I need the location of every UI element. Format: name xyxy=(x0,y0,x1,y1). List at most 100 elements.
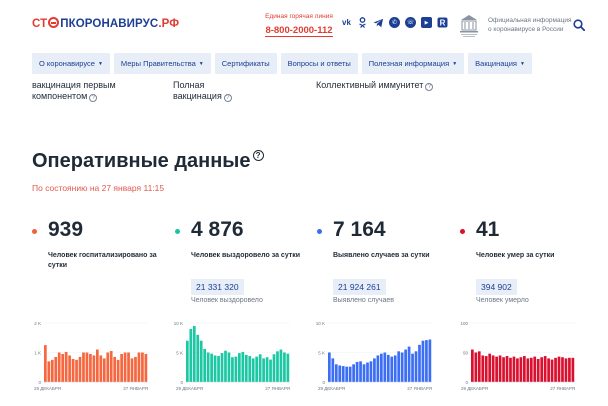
chart-bar xyxy=(224,350,227,382)
nav-label: Меры Правительства xyxy=(120,59,196,68)
status-dot xyxy=(317,229,322,234)
nav-about-coronavirus[interactable]: О коронавирусе ▼ xyxy=(32,53,110,74)
whatsapp-icon[interactable]: ☏ xyxy=(405,17,416,28)
chart-bar xyxy=(96,349,99,382)
chart-bar xyxy=(338,365,342,382)
chart-bar xyxy=(244,354,248,382)
stat-value: 939 xyxy=(48,218,84,241)
card-label-line: Полная xyxy=(173,80,205,90)
svg-text:R: R xyxy=(440,19,446,28)
search-icon[interactable] xyxy=(573,18,586,32)
collective-immunity-card: Коллективный иммунитет? xyxy=(316,80,434,91)
vaccination-first-component-card: вакцинация первым компонентом? xyxy=(32,80,116,102)
card-label-line: Коллективный иммунитет xyxy=(316,80,424,90)
chart-bar xyxy=(526,358,530,382)
x-tick-label-end: 27 ЯНВАРЯ xyxy=(550,386,575,391)
chart-bar xyxy=(189,328,193,382)
chart-bar xyxy=(571,357,575,382)
y-tick-label: 0 xyxy=(38,380,41,385)
nav-useful-info[interactable]: Полезная информация ▼ xyxy=(361,53,465,74)
chart-cases: 10 K 5 K 0 29 ДЕКАБРЯ 27 ЯНВАРЯ xyxy=(312,316,434,406)
help-icon[interactable]: ? xyxy=(252,150,264,161)
card-label-line: вакцинация первым xyxy=(32,80,116,90)
r-icon[interactable]: R xyxy=(437,17,448,28)
youtube-icon[interactable]: ▶ xyxy=(421,17,432,28)
chart-bar xyxy=(272,354,276,382)
telegram-icon[interactable] xyxy=(373,17,384,28)
chart-bar xyxy=(213,355,217,382)
chart-bar xyxy=(547,358,550,382)
nav-faq[interactable]: Вопросы и ответы xyxy=(280,53,358,74)
stat-value: 41 xyxy=(476,218,500,241)
nav-government-measures[interactable]: Меры Правительства ▼ xyxy=(113,53,211,74)
nav-label: Вакцинация xyxy=(475,59,517,68)
chart-bar xyxy=(390,356,394,382)
chart-deaths: 100 50 0 29 ДЕКАБРЯ 27 ЯНВАРЯ xyxy=(455,316,577,406)
stat-description: Человек госпитализировано за сутки xyxy=(48,252,157,269)
x-tick-label-start: 29 ДЕКАБРЯ xyxy=(318,386,345,391)
main-nav: О коронавирусе ▼ Меры Правительства ▼ Серт… xyxy=(32,53,532,75)
chart-bar xyxy=(411,353,414,382)
chart-bar xyxy=(484,356,488,382)
chart-bar xyxy=(130,358,134,382)
ok-icon[interactable] xyxy=(357,17,368,28)
help-icon[interactable]: ? xyxy=(223,94,232,102)
chart-bar xyxy=(50,359,54,382)
chart-bar xyxy=(102,358,106,382)
chart-bar xyxy=(44,345,47,382)
chart-bar xyxy=(345,366,349,382)
x-tick-label-end: 27 ЯНВАРЯ xyxy=(265,386,290,391)
chart-bar xyxy=(380,353,383,382)
nav-vaccination[interactable]: Вакцинация ▼ xyxy=(468,53,532,74)
chart-bar xyxy=(348,366,352,382)
stat-description: Выявлено случаев за сутки xyxy=(333,252,430,259)
chart-bar xyxy=(334,364,338,382)
chart-bar xyxy=(418,344,421,382)
chart-bar xyxy=(75,359,78,382)
bar-chart-svg: 10 K 5 K 029 ДЕКАБРЯ 27 ЯНВАРЯ xyxy=(174,321,290,391)
chart-bar xyxy=(428,339,432,382)
chart-bar xyxy=(231,357,234,382)
chart-bar xyxy=(421,340,425,382)
x-tick-label-start: 29 ДЕКАБРЯ xyxy=(34,386,61,391)
chart-bar xyxy=(137,352,141,382)
chart-bar xyxy=(550,359,554,382)
chart-bar xyxy=(568,357,571,382)
chart-bar xyxy=(529,357,533,382)
chart-bar xyxy=(248,356,252,382)
chart-bar xyxy=(61,353,65,382)
chart-bar xyxy=(199,340,203,382)
caret-down-icon: ▼ xyxy=(452,60,458,67)
chart-bar xyxy=(54,356,58,382)
chart-bar xyxy=(366,362,369,382)
chart-bar xyxy=(407,346,411,382)
chart-bar xyxy=(47,361,51,382)
caret-down-icon: ▼ xyxy=(519,60,525,67)
chart-bar xyxy=(481,355,485,382)
site-logo[interactable]: СТ ПКОРОНАВИРУС.РФ xyxy=(32,17,179,30)
vk-icon[interactable]: vk xyxy=(341,17,352,28)
chart-bar xyxy=(512,356,516,382)
card-label-line: компонентом xyxy=(32,91,88,101)
chart-bar xyxy=(203,348,207,382)
viber-icon[interactable]: ✆ xyxy=(389,17,400,28)
stat-total: 21 924 261 xyxy=(333,279,386,295)
chart-bar xyxy=(471,349,474,382)
chart-bar xyxy=(210,353,213,382)
logo-text-start: СТ xyxy=(32,18,48,30)
stat-total-label: Выявлено случаев xyxy=(333,297,394,304)
chart-bar xyxy=(196,334,200,382)
chart-bar xyxy=(404,349,407,382)
chart-bar xyxy=(386,354,390,382)
caret-down-icon: ▼ xyxy=(97,60,103,67)
stat-total: 21 331 320 xyxy=(191,279,244,295)
help-icon[interactable]: ? xyxy=(425,83,434,91)
stat-description: Человек выздоровело за сутки xyxy=(191,252,301,259)
stat-total: 394 902 xyxy=(476,279,517,295)
hotline-number[interactable]: 8-800-2000-112 xyxy=(265,25,333,37)
nav-certificates[interactable]: Сертификаты xyxy=(214,53,277,74)
chart-bar xyxy=(82,352,85,382)
chart-bar xyxy=(362,364,366,382)
help-icon[interactable]: ? xyxy=(89,94,98,102)
chart-bar xyxy=(283,352,286,382)
